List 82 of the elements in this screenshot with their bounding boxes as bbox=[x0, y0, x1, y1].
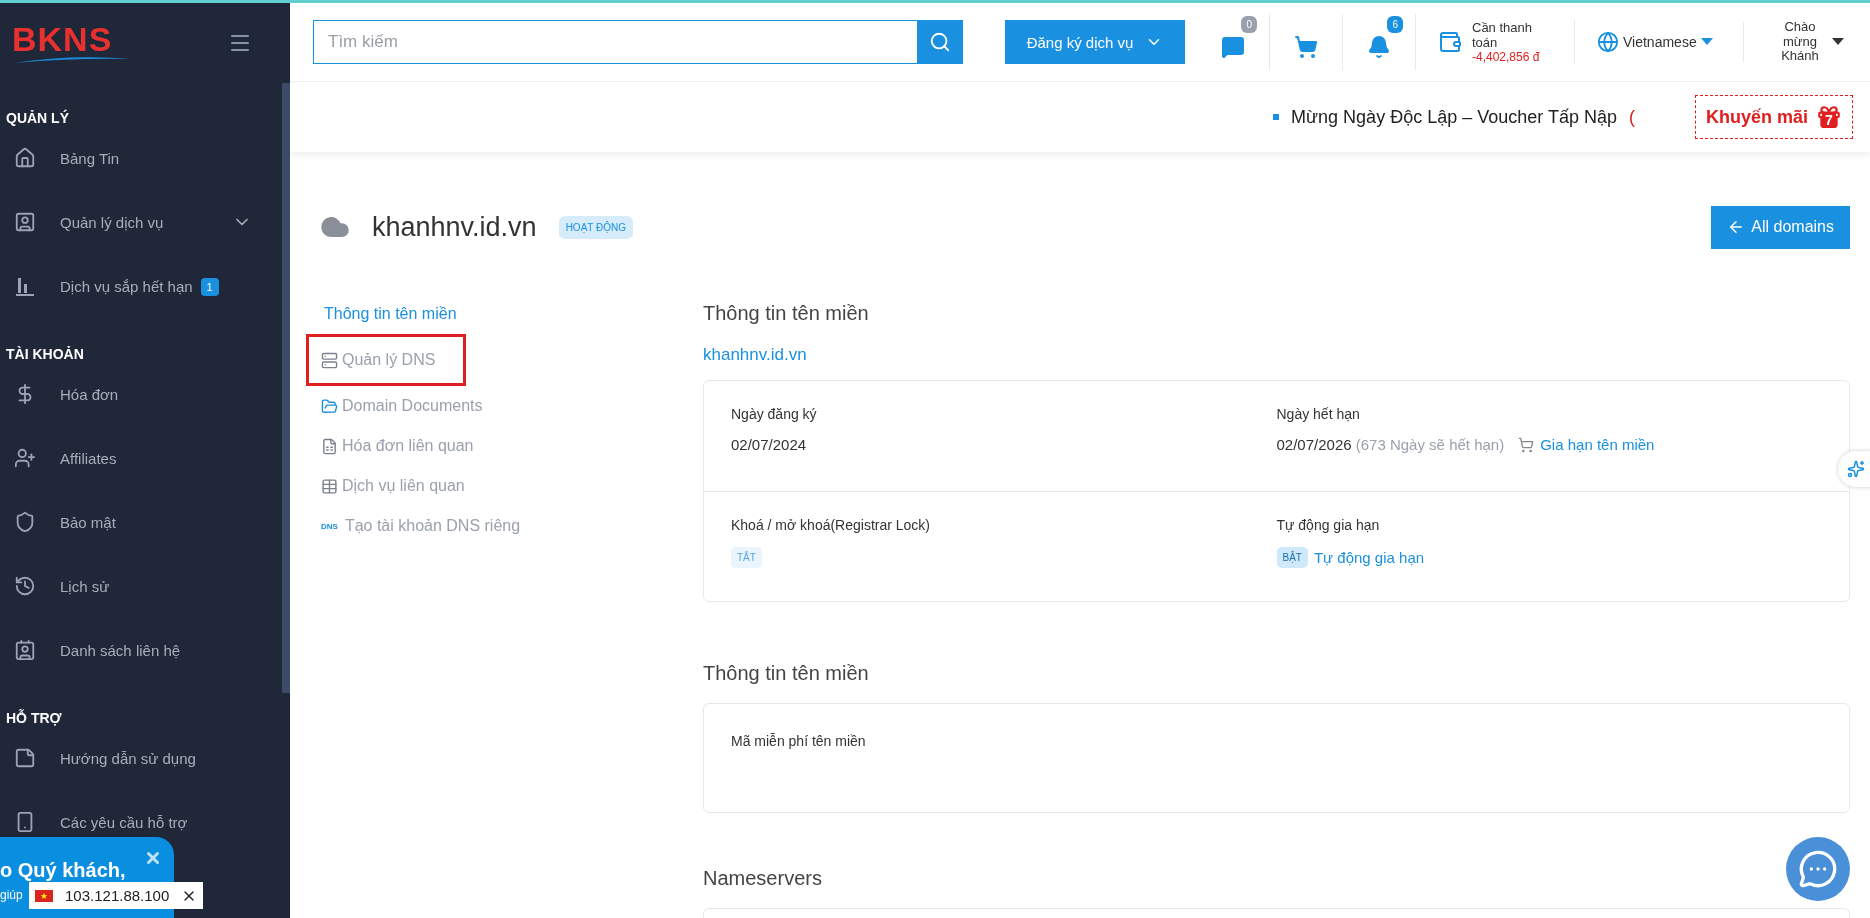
promotions-button[interactable]: Khuyến mãi 7 bbox=[1694, 95, 1853, 139]
globe-icon bbox=[1597, 31, 1619, 53]
sidebar-item[interactable]: Quản lý dịch vụ bbox=[0, 202, 282, 242]
sidebar-item[interactable]: Các yêu cầu hỗ trợ bbox=[0, 802, 282, 842]
section-title: HỖ TRỢ bbox=[5, 708, 63, 726]
section-heading: Thông tin tên miền bbox=[703, 662, 869, 685]
field-label: Khoá / mở khoá(Registrar Lock) bbox=[731, 517, 932, 533]
status-badge: HOẠT ĐỘNG bbox=[558, 215, 633, 239]
field-label: Mã miễn phí tên miền bbox=[731, 733, 866, 749]
sidebar-item[interactable]: Hướng dẫn sử dụng bbox=[0, 738, 282, 778]
chat-icon bbox=[1798, 849, 1838, 889]
field-value: 02/07/2024 bbox=[731, 436, 808, 453]
count-badge: 6 bbox=[1387, 16, 1403, 33]
section-heading: Nameservers bbox=[703, 867, 822, 890]
lock-status: TẮT bbox=[731, 547, 762, 568]
field-label: Ngày đăng ký bbox=[731, 406, 818, 422]
user-menu[interactable]: Chào mừng Khánh bbox=[1768, 18, 1850, 66]
domain-link[interactable]: khanhnv.id.vn bbox=[703, 345, 1850, 365]
domain-nav-link[interactable]: Dịch vụ liên quan bbox=[306, 466, 468, 506]
flag-icon bbox=[35, 889, 53, 902]
search-button[interactable] bbox=[917, 20, 963, 64]
sidebar-item[interactable]: Hóa đơn bbox=[0, 374, 282, 414]
announcement-ticker[interactable]: Mừng Ngày Độc Lập – Voucher Tấp Nập ( bbox=[1273, 106, 1635, 128]
logo[interactable]: BKNS bbox=[12, 21, 134, 64]
sidebar-item[interactable]: Dịch vụ sắp hết hạn 1 bbox=[0, 266, 282, 306]
domain-nav-link[interactable]: Thông tin tên miền bbox=[306, 294, 460, 334]
sidebar-item[interactable]: Bảng Tin bbox=[0, 138, 282, 178]
ip-address: 103.121.88.100 bbox=[65, 887, 170, 904]
sidebar-icon bbox=[14, 147, 36, 169]
dns-icon: DNS bbox=[321, 521, 338, 531]
search-icon bbox=[929, 31, 951, 53]
field-value: 02/07/2026 (673 Ngày sẽ hết hạn) bbox=[1276, 436, 1505, 453]
notifications-button[interactable]: 6 bbox=[1343, 14, 1416, 70]
domain-nav-link[interactable]: Hóa đơn liên quan bbox=[306, 426, 477, 466]
sidebar-icon bbox=[14, 211, 36, 233]
caret-icon bbox=[1700, 38, 1713, 46]
domain-nav-link[interactable]: Quản lý DNS bbox=[306, 334, 466, 386]
count-badge: 0 bbox=[1241, 16, 1257, 33]
all-domains-button[interactable]: All domains bbox=[1711, 205, 1850, 249]
field-label: Ngày hết hạn bbox=[1276, 406, 1361, 422]
sidebar-item[interactable]: Affiliates bbox=[0, 438, 282, 478]
register-service-button[interactable]: Đăng ký dịch vụ bbox=[1005, 20, 1185, 64]
section-title: TÀI KHOẢN bbox=[5, 345, 85, 362]
popup-greeting: o Quý khách, bbox=[0, 859, 127, 882]
folder-icon bbox=[321, 397, 338, 415]
domain-title: khanhnv.id.vn bbox=[372, 211, 537, 243]
auto-renew-status: BẬT bbox=[1276, 547, 1308, 568]
section-title: QUẢN LÝ bbox=[5, 108, 70, 126]
message-icon bbox=[1221, 35, 1245, 59]
sidebar-icon bbox=[14, 447, 36, 469]
spreadsheet-icon bbox=[321, 437, 338, 455]
bell-icon bbox=[1367, 35, 1391, 59]
sidebar-icon bbox=[14, 511, 36, 533]
wallet-icon bbox=[1438, 30, 1462, 54]
sidebar-icon bbox=[14, 639, 36, 661]
renew-link[interactable]: Gia hạn tên miền bbox=[1540, 436, 1655, 453]
popup-text: giúp bbox=[0, 888, 23, 902]
cart-icon bbox=[1518, 436, 1535, 453]
sidebar-icon bbox=[14, 575, 36, 597]
caret-icon bbox=[1832, 38, 1844, 46]
count-badge: 1 bbox=[200, 278, 219, 296]
search-field[interactable]: Tìm kiếm bbox=[313, 20, 917, 64]
sparkle-drop-button[interactable] bbox=[1838, 451, 1870, 487]
sidebar-item[interactable]: Bảo mật bbox=[0, 502, 282, 542]
balance-label: Cần thanh toán bbox=[1472, 20, 1533, 50]
scrollbar[interactable] bbox=[282, 83, 290, 693]
auto-renew-link[interactable]: Tự động gia hạn bbox=[1313, 549, 1425, 566]
sidebar-icon bbox=[14, 747, 36, 769]
section-heading: Thông tin tên miền bbox=[703, 302, 869, 325]
domain-nav-link[interactable]: Domain Documents bbox=[306, 386, 486, 426]
bar-chart-icon bbox=[14, 275, 36, 297]
field-label: Tự động gia hạn bbox=[1276, 517, 1381, 533]
balance-amount: -4,402,856 đ bbox=[1472, 50, 1541, 64]
sidebar-item[interactable]: Danh sách liên hệ bbox=[0, 630, 282, 670]
cart-icon bbox=[1294, 35, 1318, 59]
language-selector[interactable]: Vietnamese bbox=[1575, 22, 1744, 62]
messages-button[interactable]: 0 bbox=[1197, 14, 1270, 70]
sparkles-icon bbox=[1847, 460, 1865, 478]
server-icon bbox=[321, 351, 338, 369]
domain-nav-link[interactable]: DNS Tạo tài khoản DNS riêng bbox=[306, 506, 524, 546]
table-icon bbox=[321, 477, 338, 495]
sidebar-item[interactable]: Lịch sử bbox=[0, 566, 282, 606]
